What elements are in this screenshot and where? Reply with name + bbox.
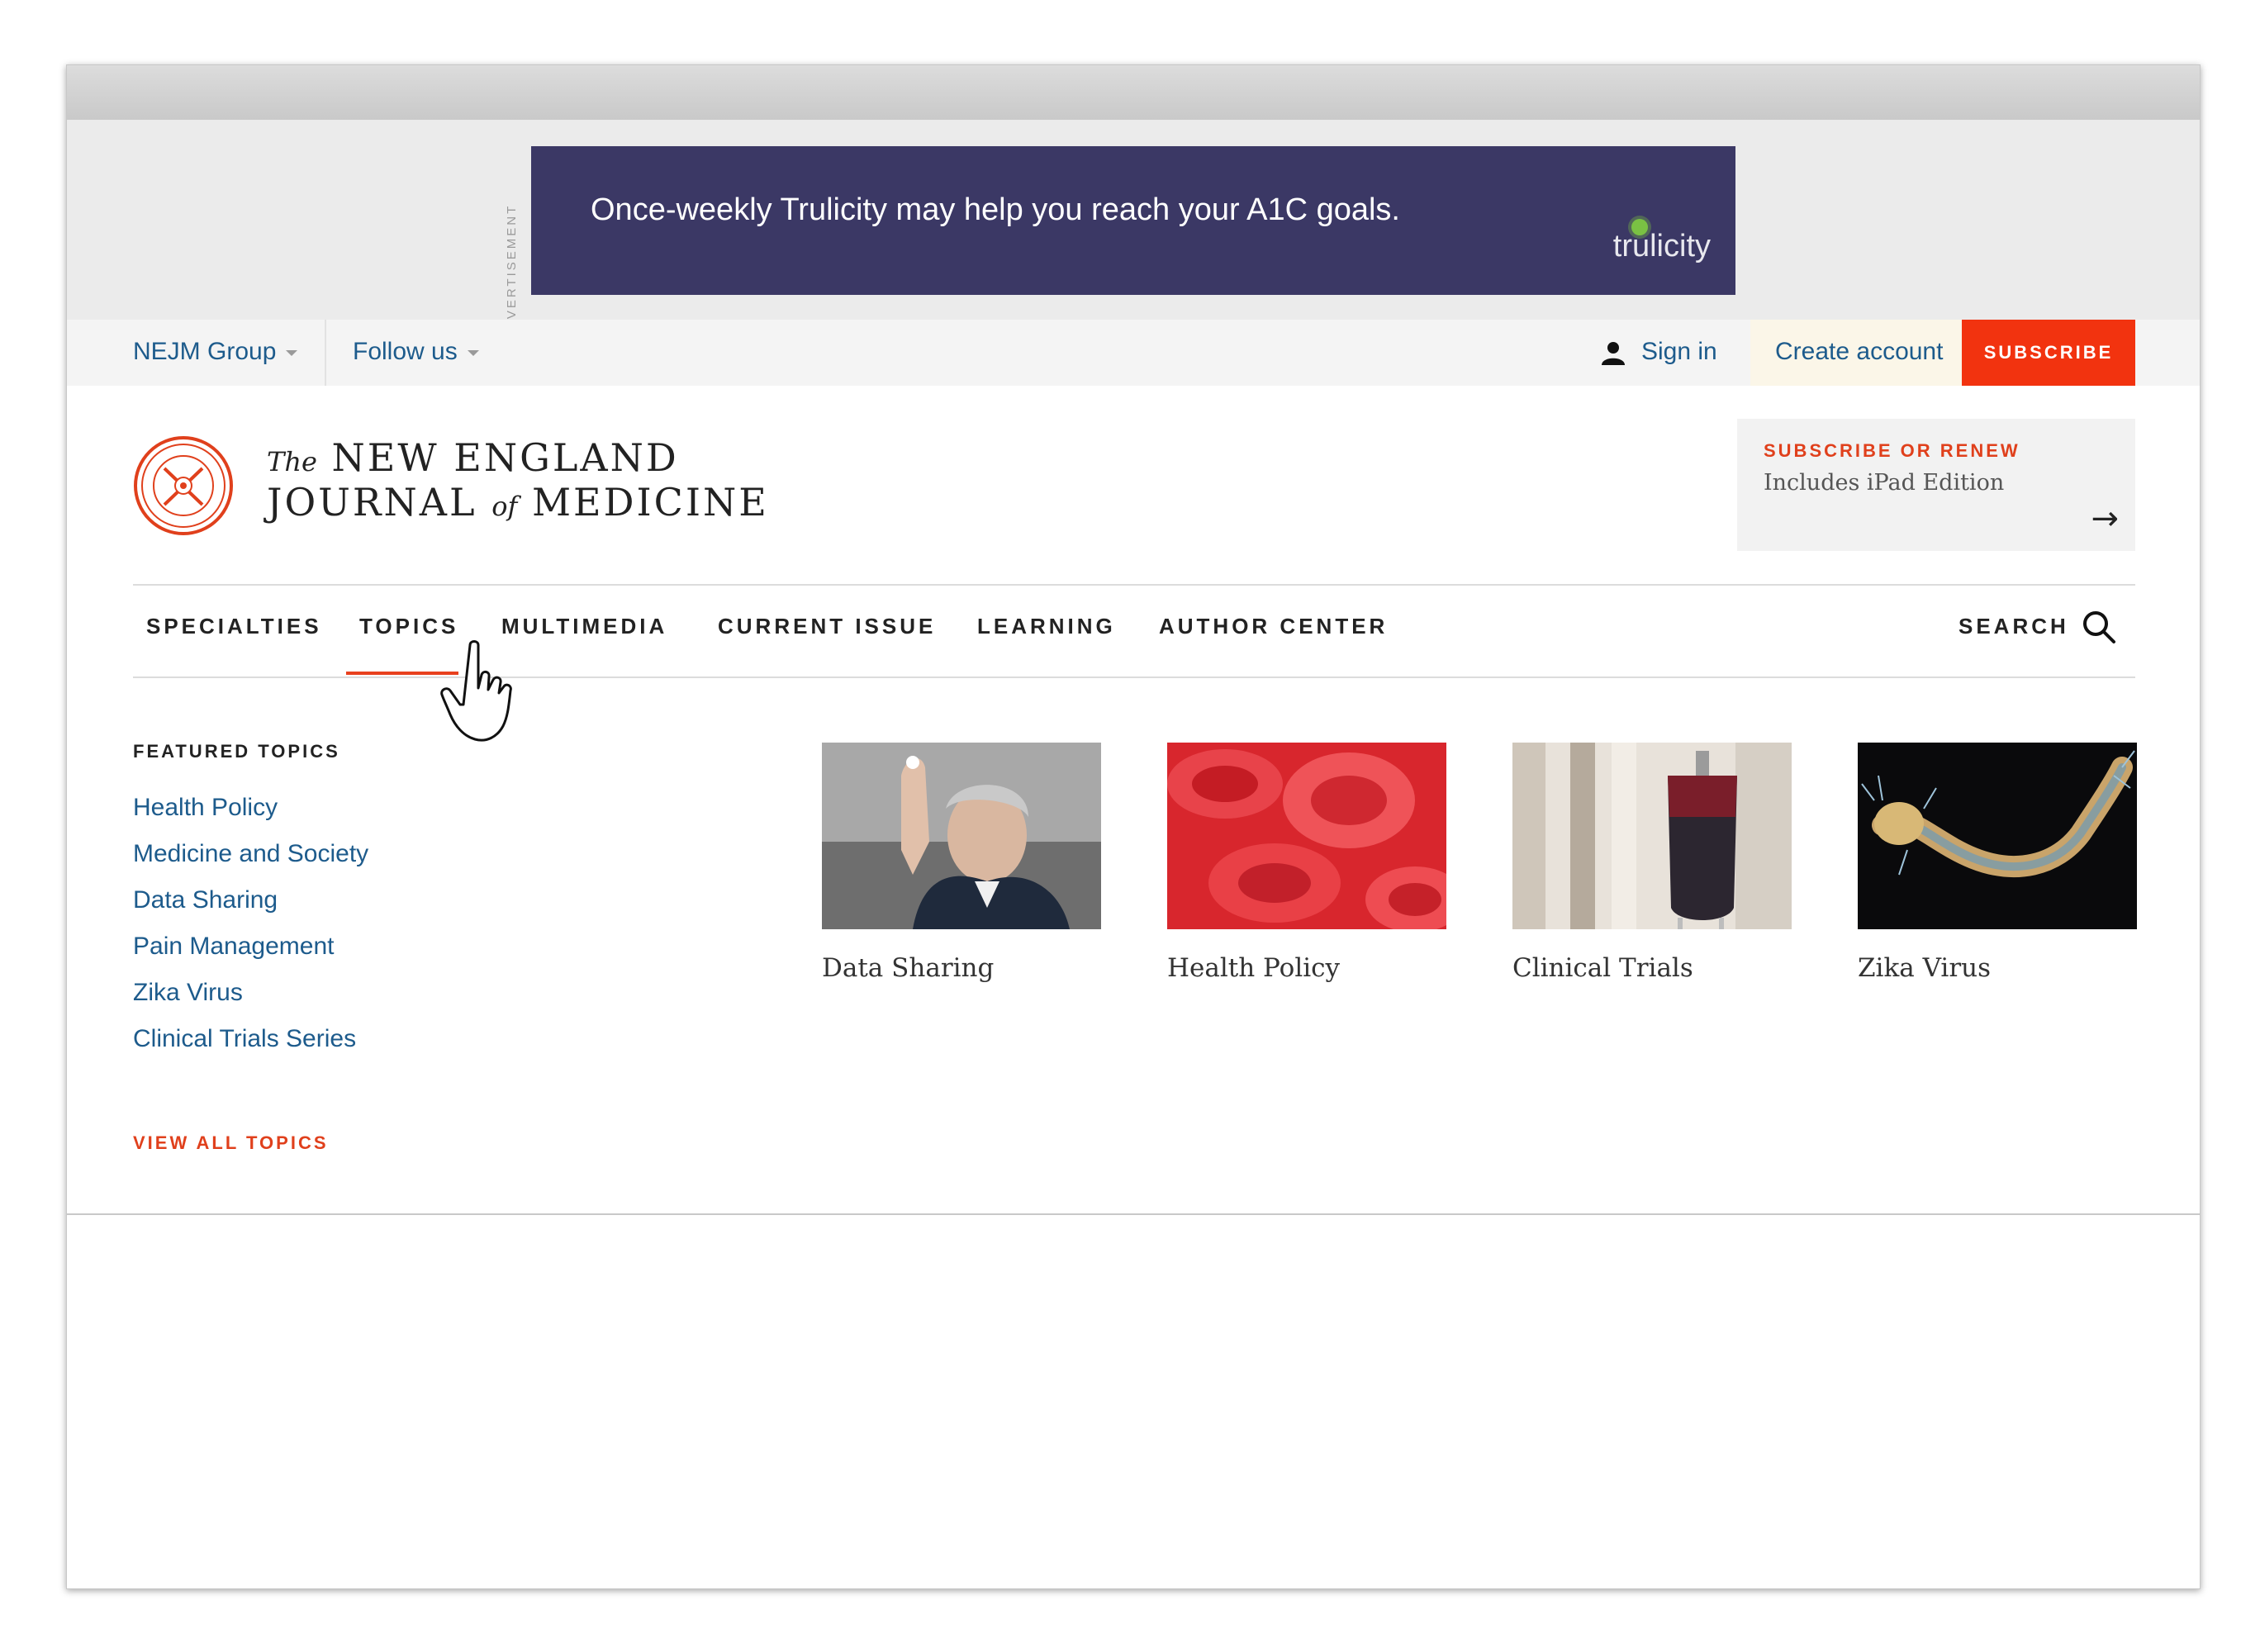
topic-link-clinical-trials-series[interactable]: Clinical Trials Series (133, 1025, 356, 1053)
card-caption: Clinical Trials (1512, 953, 1693, 983)
ad-headline: Once-weekly Trulicity may help you reach… (591, 192, 1400, 227)
chevron-down-icon (286, 349, 298, 356)
featured-topics-heading: FEATURED TOPICS (133, 741, 340, 762)
view-all-topics-link[interactable]: VIEW ALL TOPICS (133, 1132, 329, 1154)
nejm-group-label: NEJM Group (133, 338, 277, 365)
topic-card-zika-virus[interactable]: Zika Virus (1858, 743, 2137, 983)
ad-brand-logo: trulicity (1612, 229, 1711, 263)
card-caption: Zika Virus (1858, 953, 1992, 983)
card-caption: Health Policy (1167, 953, 1341, 983)
masthead-the: The (267, 446, 317, 477)
utility-divider (325, 320, 326, 386)
topic-link-medicine-and-society[interactable]: Medicine and Society (133, 840, 368, 868)
card-image-speaker-photo (822, 743, 1101, 929)
masthead-new-england: NEW ENGLAND (331, 435, 679, 480)
nav-bottom-divider (133, 676, 2135, 678)
masthead-medicine: MEDICINE (531, 480, 769, 525)
trulicity-ad-banner[interactable]: Once-weekly Trulicity may help you reach… (531, 146, 1735, 295)
nav-search[interactable]: SEARCH (1959, 614, 2069, 639)
nav-author-center[interactable]: AUTHOR CENTER (1159, 614, 1388, 639)
masthead-line-2[interactable]: JOURNAL of MEDICINE (267, 480, 769, 525)
chevron-down-icon (467, 349, 479, 356)
card-caption: Data Sharing (822, 953, 995, 983)
masthead-line-1[interactable]: The NEW ENGLAND (267, 435, 679, 480)
card-image-blood-bag (1512, 743, 1792, 929)
create-account-label: Create account (1775, 338, 1944, 365)
subscribe-button[interactable]: SUBSCRIBE (1962, 320, 2135, 386)
topic-link-data-sharing[interactable]: Data Sharing (133, 886, 278, 914)
nav-current-issue[interactable]: CURRENT ISSUE (718, 614, 936, 639)
create-account-button[interactable]: Create account (1750, 320, 1967, 386)
sign-in-label: Sign in (1641, 338, 1717, 365)
promo-subtitle: Includes iPad Edition (1764, 470, 2005, 496)
card-image-red-blood-cells (1167, 743, 1465, 933)
masthead-of: of (491, 491, 518, 522)
topic-card-data-sharing[interactable]: Data Sharing (822, 743, 1101, 983)
topic-card-health-policy[interactable]: Health Policy (1167, 743, 1465, 983)
advertisement-band: ADVERTISEMENT Once-weekly Trulicity may … (67, 120, 2200, 341)
promo-title: SUBSCRIBE OR RENEW (1764, 440, 2020, 461)
topic-card-clinical-trials[interactable]: Clinical Trials (1512, 743, 1792, 983)
topic-link-health-policy[interactable]: Health Policy (133, 794, 278, 822)
utility-bar: NEJM Group Follow us Sign in Create acco… (67, 320, 2200, 386)
user-icon (1602, 342, 1625, 366)
dropdown-panel-bottom-border (67, 1213, 2200, 1215)
subscribe-renew-promo[interactable]: SUBSCRIBE OR RENEW Includes iPad Edition… (1737, 419, 2135, 551)
hand-pointer-cursor-icon (440, 640, 512, 742)
nejm-group-dropdown[interactable]: NEJM Group (133, 320, 298, 386)
nav-topics[interactable]: TOPICS (359, 614, 458, 639)
arrow-right-icon: → (2091, 500, 2119, 538)
nejm-seal-logo[interactable] (133, 435, 234, 536)
topic-link-pain-management[interactable]: Pain Management (133, 933, 335, 961)
nav-multimedia[interactable]: MULTIMEDIA (501, 614, 667, 639)
follow-us-dropdown[interactable]: Follow us (353, 320, 479, 386)
follow-us-label: Follow us (353, 338, 458, 365)
nav-top-divider (133, 584, 2135, 586)
nav-specialties[interactable]: SPECIALTIES (146, 614, 322, 639)
search-icon[interactable] (2081, 609, 2117, 645)
sign-in-link[interactable]: Sign in (1600, 320, 1717, 386)
browser-window: ADVERTISEMENT Once-weekly Trulicity may … (66, 64, 2201, 1589)
card-image-mosquito-larva (1858, 743, 2137, 929)
nav-learning[interactable]: LEARNING (977, 614, 1116, 639)
window-titlebar (67, 65, 2200, 121)
topic-link-zika-virus[interactable]: Zika Virus (133, 979, 243, 1007)
masthead-journal: JOURNAL (267, 480, 477, 525)
